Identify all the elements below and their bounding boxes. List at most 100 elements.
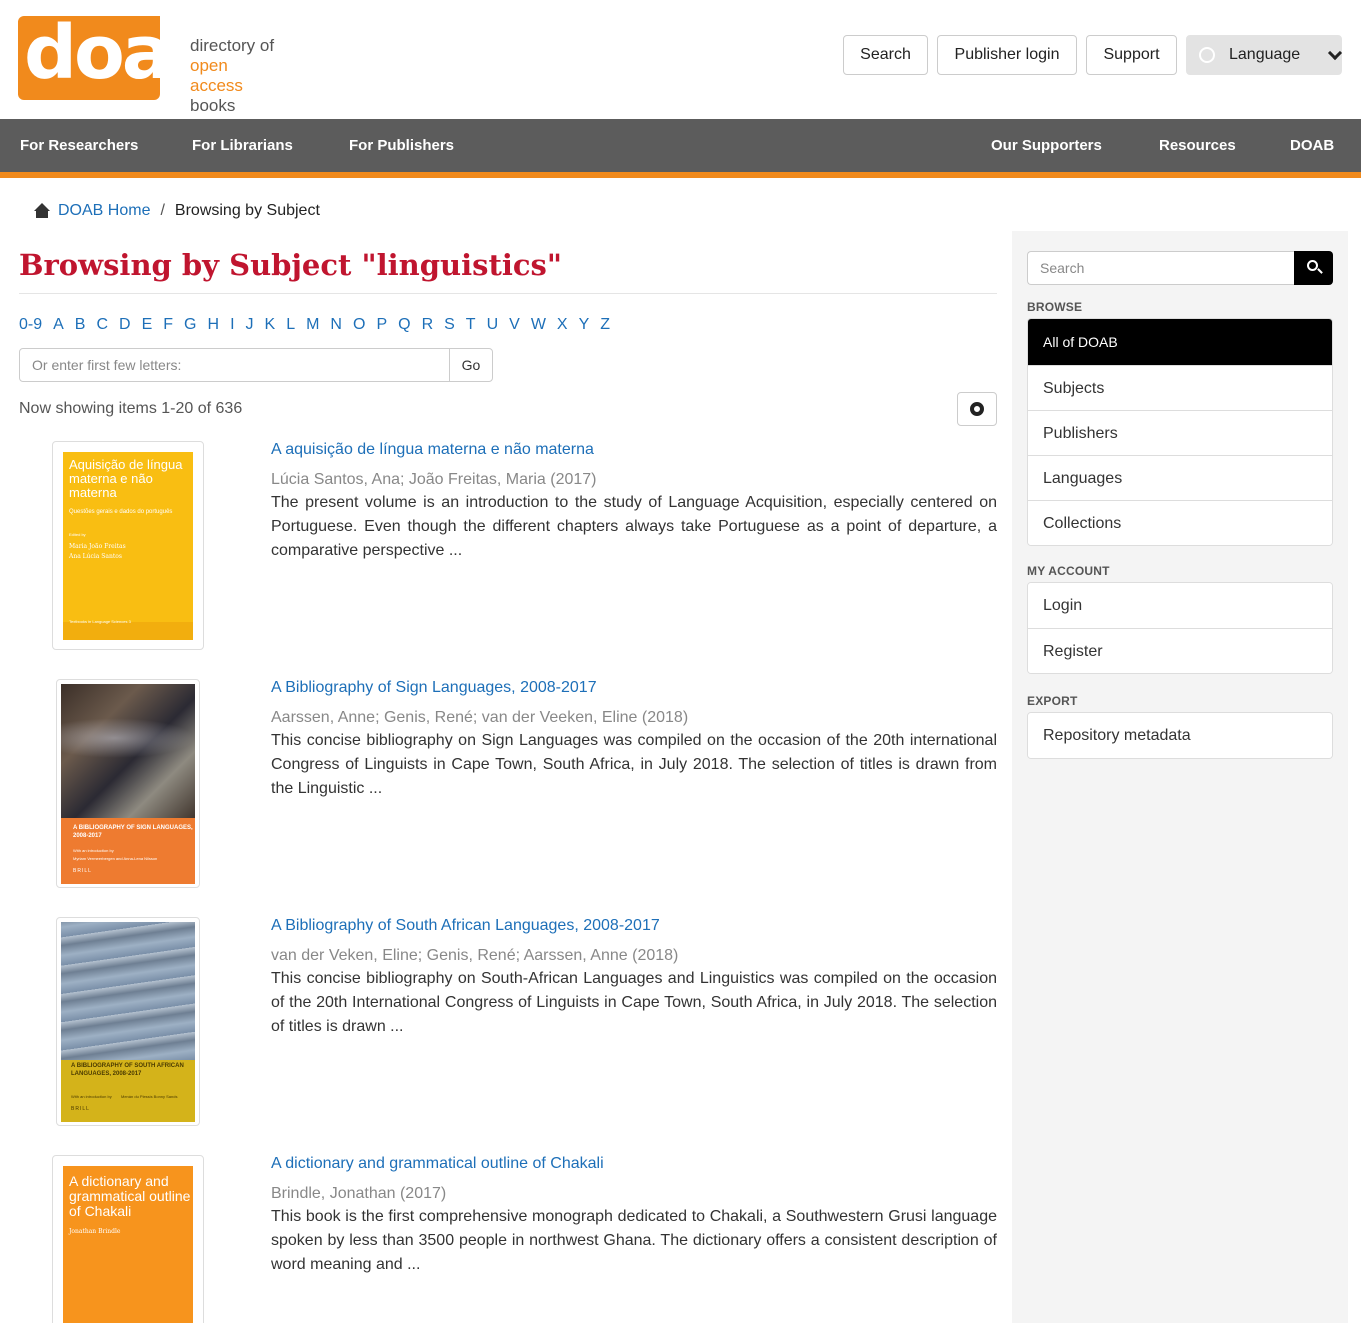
item-authors: van der Veken, Eline; Genis, René; Aarss… [271, 947, 679, 964]
nav-accent-stripe [0, 172, 1361, 178]
item-thumbnail[interactable]: A BIBLIOGRAPHY OF SIGN LANGUAGES, 2008-2… [56, 679, 200, 888]
item-abstract: This concise bibliography on Sign Langua… [271, 732, 997, 797]
letter-link[interactable]: N [330, 316, 342, 334]
letter-link[interactable]: G [184, 316, 196, 334]
cover-intro-by: With an introduction by [71, 1094, 112, 1099]
publisher-login-button[interactable]: Publisher login [937, 35, 1077, 75]
letter-link[interactable]: J [246, 316, 254, 334]
sidebar-search-input[interactable] [1027, 251, 1294, 285]
breadcrumb: DOAB Home / Browsing by Subject [34, 200, 320, 222]
letter-link[interactable]: I [230, 316, 234, 334]
title-divider [19, 293, 997, 294]
item-authors: Lúcia Santos, Ana; João Freitas, Maria (… [271, 471, 597, 488]
letter-link[interactable]: U [487, 316, 499, 334]
nav-for-publishers[interactable]: For Publishers [349, 119, 454, 172]
item-thumbnail[interactable]: Aquisição de língua materna e não matern… [52, 441, 204, 650]
sidebar-search-form [1027, 251, 1333, 285]
item-title-link[interactable]: A Bibliography of South African Language… [271, 917, 660, 935]
globe-icon [1199, 47, 1215, 63]
doab-logo[interactable]: doab directory of open access books [18, 10, 278, 115]
item-abstract: This book is the first comprehensive mon… [271, 1208, 997, 1273]
breadcrumb-home-link[interactable]: DOAB Home [58, 202, 150, 220]
browse-collections[interactable]: Collections [1028, 500, 1332, 545]
letter-link[interactable]: H [208, 316, 220, 334]
cover-editors: Myriam Vermeerbergen and Anna-Lena Nilss… [73, 856, 158, 861]
letter-link[interactable]: P [376, 316, 387, 334]
item-title-link[interactable]: A Bibliography of Sign Languages, 2008-2… [271, 679, 597, 697]
browse-publishers[interactable]: Publishers [1028, 410, 1332, 455]
export-heading: Export [1027, 694, 1078, 708]
letter-link[interactable]: A [53, 316, 64, 334]
view-options-button[interactable] [957, 392, 997, 426]
letter-link[interactable]: F [163, 316, 173, 334]
go-button[interactable]: Go [449, 349, 492, 381]
sidebar-search-button[interactable] [1294, 251, 1333, 285]
item-title-link[interactable]: A aquisição de língua materna e não mate… [271, 441, 594, 459]
cover-author: Jonathan Brindle [69, 1228, 121, 1235]
browse-all-of-doab[interactable]: All of DOAB [1028, 319, 1332, 365]
item-title-link[interactable]: A dictionary and grammatical outline of … [271, 1155, 604, 1173]
repository-metadata-link[interactable]: Repository metadata [1028, 713, 1332, 758]
browse-heading: Browse [1027, 300, 1083, 314]
cover-series: Textbooks in Language Sciences 3 [69, 619, 131, 624]
register-link[interactable]: Register [1028, 628, 1332, 673]
cover-title: A dictionary and grammatical outline of … [69, 1173, 191, 1219]
cover-intro-by: With an introduction by [73, 848, 114, 853]
letter-link[interactable]: L [286, 316, 295, 334]
letter-link[interactable]: O [353, 316, 365, 334]
export-list: Repository metadata [1027, 712, 1333, 759]
letter-link[interactable]: T [466, 316, 476, 334]
letter-link[interactable]: K [265, 316, 276, 334]
login-link[interactable]: Login [1028, 583, 1332, 628]
main-navbar: For Researchers For Librarians For Publi… [0, 119, 1361, 172]
letter-link[interactable]: Q [398, 316, 410, 334]
nav-our-supporters[interactable]: Our Supporters [991, 119, 1102, 172]
letter-link[interactable]: 0-9 [19, 316, 42, 334]
book-cover: A BIBLIOGRAPHY OF SOUTH AFRICAN LANGUAGE… [61, 922, 195, 1122]
chevron-down-icon [1328, 45, 1343, 61]
browse-subjects[interactable]: Subjects [1028, 365, 1332, 410]
cover-editors: Menán du Plessis Bonny Sands [121, 1094, 178, 1099]
cover-title: A BIBLIOGRAPHY OF SIGN LANGUAGES, 2008-2… [73, 825, 193, 839]
search-icon-handle [1317, 268, 1323, 274]
letter-link[interactable]: C [96, 316, 108, 334]
letter-link[interactable]: B [75, 316, 86, 334]
browse-list: All of DOAB Subjects Publishers Language… [1027, 318, 1333, 546]
account-list: Login Register [1027, 582, 1333, 674]
item-thumbnail[interactable]: A dictionary and grammatical outline of … [52, 1155, 204, 1323]
breadcrumb-current: Browsing by Subject [174, 202, 320, 219]
home-icon [34, 203, 50, 219]
cover-publisher: BRILL [73, 868, 92, 874]
cover-photo-highlight [61, 718, 195, 758]
letter-link[interactable]: S [444, 316, 455, 334]
logo-line-2: open access [190, 56, 243, 95]
cover-edited-by: Edited by [69, 532, 86, 537]
nav-doab[interactable]: DOAB [1290, 119, 1334, 172]
starts-with-input[interactable] [20, 349, 449, 381]
letter-link[interactable]: E [142, 316, 153, 334]
letter-link[interactable]: M [306, 316, 319, 334]
site-header: doab directory of open access books Sear… [0, 0, 1361, 119]
letter-link[interactable]: X [557, 316, 568, 334]
cover-title: Aquisição de língua materna e não matern… [69, 457, 183, 500]
gear-icon [970, 402, 984, 416]
letter-link[interactable]: Y [579, 316, 590, 334]
support-button[interactable]: Support [1086, 35, 1177, 75]
cover-publisher: BRILL [71, 1106, 90, 1112]
my-account-heading: My Account [1027, 564, 1110, 578]
language-dropdown[interactable]: Language [1186, 35, 1343, 75]
nav-for-researchers[interactable]: For Researchers [20, 119, 138, 172]
letter-link[interactable]: R [422, 316, 434, 334]
item-thumbnail[interactable]: A BIBLIOGRAPHY OF SOUTH AFRICAN LANGUAGE… [56, 917, 200, 1126]
letter-link[interactable]: Z [600, 316, 610, 334]
search-button[interactable]: Search [843, 35, 928, 75]
letter-link[interactable]: D [119, 316, 131, 334]
letter-link[interactable]: V [509, 316, 520, 334]
nav-for-librarians[interactable]: For Librarians [192, 119, 293, 172]
cover-subtitle: Questões gerais e dados do português [69, 509, 173, 515]
browse-languages[interactable]: Languages [1028, 455, 1332, 500]
logo-text: directory of open access books [190, 36, 278, 116]
cover-editors: Maria João Freitas Ana Lúcia Santos [69, 543, 126, 560]
letter-link[interactable]: W [531, 316, 546, 334]
nav-resources[interactable]: Resources [1159, 119, 1236, 172]
